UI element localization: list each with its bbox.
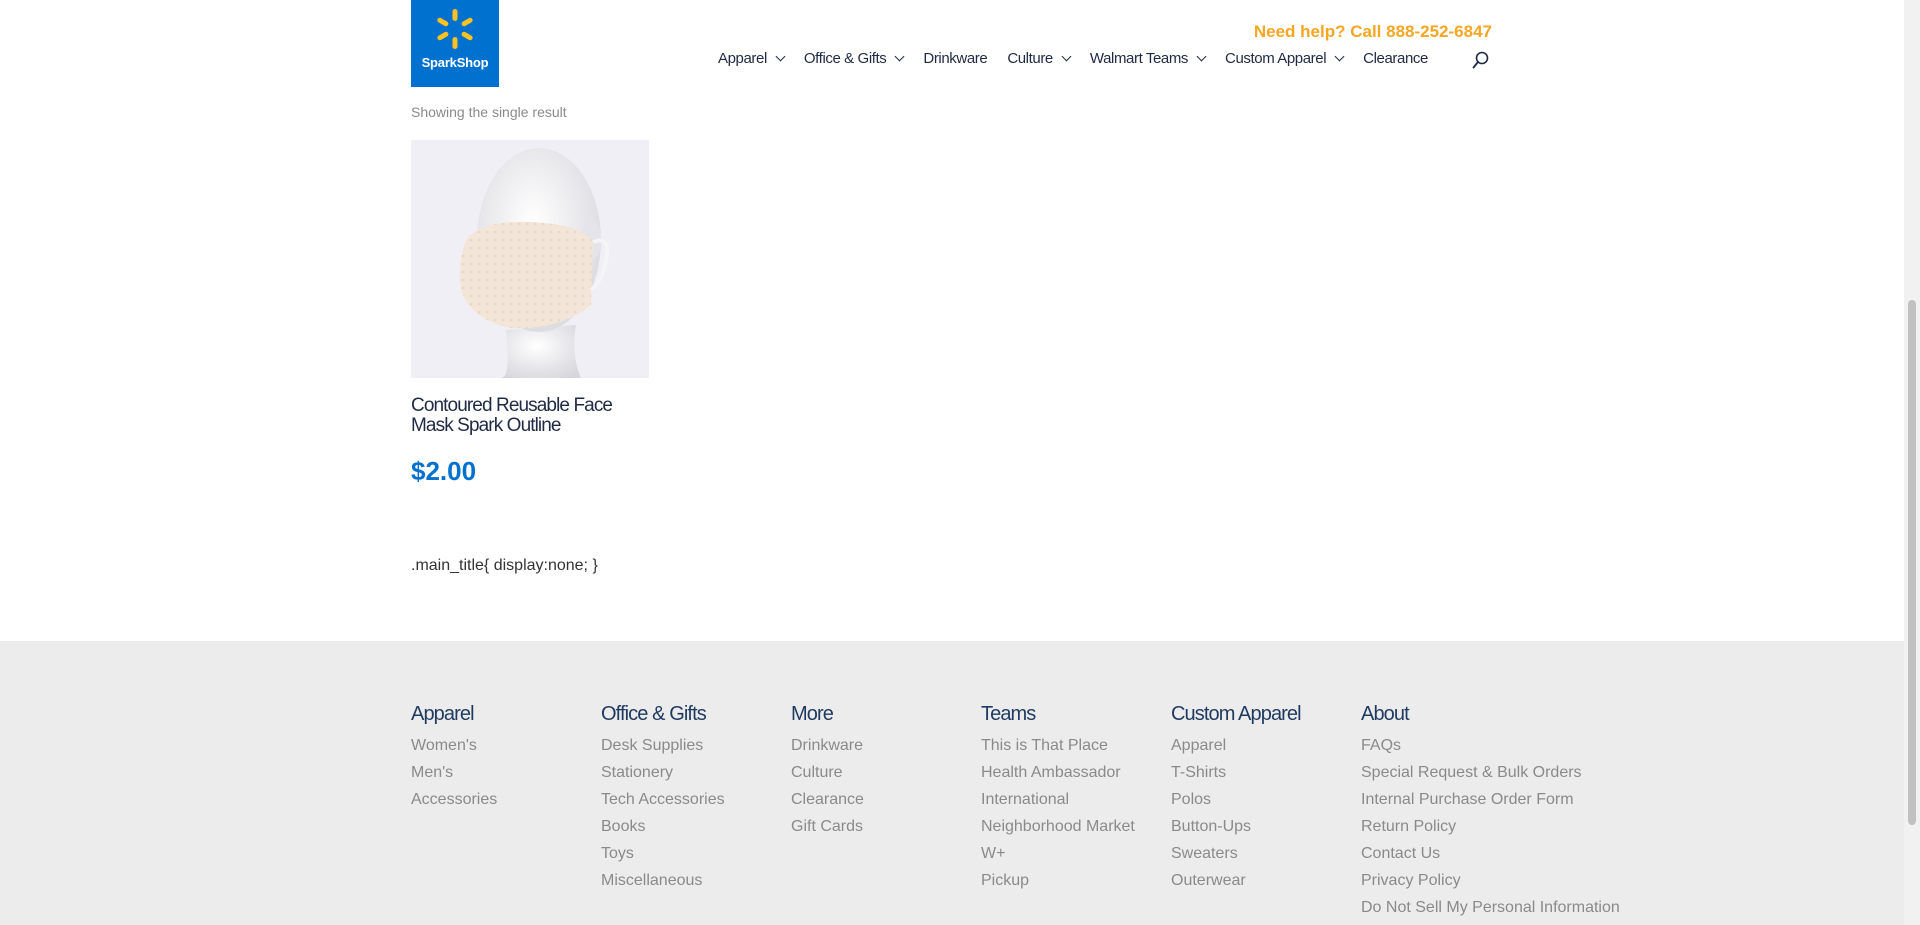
footer-link[interactable]: Stationery	[601, 759, 725, 786]
nav-label: Walmart Teams	[1089, 50, 1189, 67]
footer-link[interactable]: Outerwear	[1171, 867, 1301, 894]
footer-link[interactable]: This is That Place	[981, 732, 1135, 759]
nav-walmart-teams[interactable]: Walmart Teams	[1089, 50, 1207, 67]
nav-label: Apparel	[718, 50, 767, 67]
footer-link[interactable]: Men's	[411, 759, 497, 786]
product-price: $2.00	[411, 456, 477, 486]
nav-label: Office & Gifts	[803, 50, 887, 67]
footer-col-about: About FAQs Special Request & Bulk Orders…	[1361, 703, 1620, 921]
main-nav: Apparel Office & Gifts Drinkware Culture…	[718, 50, 1448, 67]
footer-col-more: More Drinkware Culture Clearance Gift Ca…	[791, 703, 864, 840]
footer-col-apparel: Apparel Women's Men's Accessories	[411, 703, 497, 813]
footer-link[interactable]: Tech Accessories	[601, 786, 725, 813]
footer-link[interactable]: Return Policy	[1361, 813, 1620, 840]
chevron-down-icon	[894, 51, 905, 62]
footer-link[interactable]: FAQs	[1361, 732, 1620, 759]
nav-custom-apparel[interactable]: Custom Apparel	[1225, 50, 1345, 67]
footer-col-teams: Teams This is That Place Health Ambassad…	[981, 703, 1135, 894]
search-button[interactable]	[1472, 51, 1490, 69]
nav-label: Clearance	[1363, 50, 1428, 67]
footer-link[interactable]: Culture	[791, 759, 864, 786]
footer-col-custom-apparel: Custom Apparel Apparel T-Shirts Polos Bu…	[1171, 703, 1302, 894]
footer-link[interactable]: Contact Us	[1361, 840, 1620, 867]
nav-label: Custom Apparel	[1225, 50, 1327, 67]
help-phone[interactable]: Need help? Call 888-252-6847	[1254, 22, 1492, 42]
scrollbar-thumb[interactable]	[1908, 300, 1916, 825]
sparkshop-logo[interactable]: SparkShop	[411, 0, 499, 87]
footer-heading: Custom Apparel	[1171, 703, 1302, 725]
footer-link[interactable]: Drinkware	[791, 732, 864, 759]
nav-culture[interactable]: Culture	[1007, 50, 1072, 67]
footer-link[interactable]: International	[981, 786, 1135, 813]
footer-heading: Office & Gifts	[601, 703, 707, 725]
logo-text: SparkShop	[421, 55, 489, 70]
nav-office-gifts[interactable]: Office & Gifts	[803, 50, 905, 67]
footer-link[interactable]: Apparel	[1171, 732, 1301, 759]
chevron-down-icon	[1196, 51, 1207, 62]
nav-apparel[interactable]: Apparel	[718, 50, 786, 67]
footer-link[interactable]: W+	[981, 840, 1135, 867]
site-footer: Apparel Women's Men's Accessories Office…	[0, 641, 1904, 925]
footer-link[interactable]: Clearance	[791, 786, 864, 813]
site-header: SparkShop Need help? Call 888-252-6847 A…	[0, 0, 1904, 95]
chevron-down-icon	[1061, 51, 1072, 62]
nav-drinkware[interactable]: Drinkware	[923, 50, 987, 67]
chevron-down-icon	[775, 51, 786, 62]
nav-clearance[interactable]: Clearance	[1363, 50, 1428, 67]
footer-link[interactable]: Gift Cards	[791, 813, 864, 840]
footer-link[interactable]: Internal Purchase Order Form	[1361, 786, 1620, 813]
product-card: Contoured Reusable Face Mask Spark Outli…	[411, 140, 651, 487]
footer-link[interactable]: Neighborhood Market	[981, 813, 1135, 840]
footer-link[interactable]: Privacy Policy	[1361, 867, 1620, 894]
result-count: Showing the single result	[411, 104, 567, 120]
footer-link[interactable]: Sweaters	[1171, 840, 1301, 867]
nav-label: Culture	[1007, 50, 1053, 67]
footer-link[interactable]: Button-Ups	[1171, 813, 1301, 840]
footer-link[interactable]: Toys	[601, 840, 725, 867]
spark-icon	[437, 9, 473, 49]
search-icon	[1472, 51, 1489, 69]
vertical-scrollbar[interactable]	[1904, 0, 1920, 925]
chevron-down-icon	[1334, 51, 1345, 62]
footer-link[interactable]: Desk Supplies	[601, 732, 725, 759]
footer-link[interactable]: Pickup	[981, 867, 1135, 894]
product-title[interactable]: Contoured Reusable Face Mask Spark Outli…	[411, 396, 651, 436]
footer-link[interactable]: Miscellaneous	[601, 867, 725, 894]
footer-link[interactable]: Accessories	[411, 786, 497, 813]
footer-col-office-gifts: Office & Gifts Desk Supplies Stationery …	[601, 703, 725, 894]
footer-link[interactable]: T-Shirts	[1171, 759, 1301, 786]
footer-heading: Teams	[981, 703, 1036, 725]
footer-link[interactable]: Women's	[411, 732, 497, 759]
footer-link[interactable]: Health Ambassador	[981, 759, 1135, 786]
footer-link[interactable]: Special Request & Bulk Orders	[1361, 759, 1620, 786]
face-mask-mannequin-image	[459, 148, 610, 378]
footer-heading: Apparel	[411, 703, 475, 725]
footer-heading: More	[791, 703, 834, 725]
nav-label: Drinkware	[923, 50, 988, 67]
footer-link[interactable]: Do Not Sell My Personal Information	[1361, 894, 1620, 921]
stray-css-text: .main_title{ display:none; }	[411, 557, 598, 574]
footer-heading: About	[1361, 703, 1410, 725]
footer-link[interactable]: Polos	[1171, 786, 1301, 813]
footer-link[interactable]: Books	[601, 813, 725, 840]
product-image[interactable]	[411, 140, 649, 378]
